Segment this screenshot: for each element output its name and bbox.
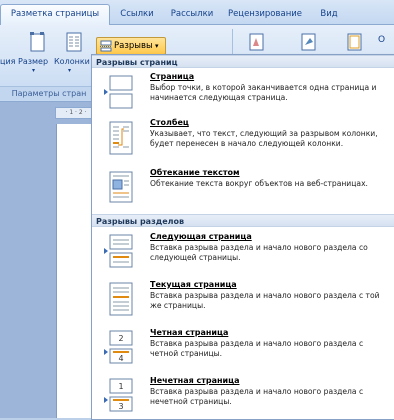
tab-page-layout[interactable]: Разметка страницы bbox=[0, 4, 110, 25]
menu-item-description: Выбор точки, в которой заканчивается одн… bbox=[150, 83, 377, 102]
menu-item-title: Текущая страница bbox=[150, 280, 237, 289]
svg-text:2: 2 bbox=[118, 334, 123, 343]
tab-view[interactable]: Вид bbox=[314, 5, 344, 24]
tab-review[interactable]: Рецензирование bbox=[224, 5, 306, 24]
even-page-section-icon: 2 4 bbox=[104, 330, 133, 364]
menu-item-page-break[interactable]: Страница Выбор точки, в которой заканчив… bbox=[92, 69, 394, 113]
menu-item-column-break[interactable]: Столбец Указывает, что текст, следующий … bbox=[92, 115, 394, 159]
columns-dropdown-arrow[interactable]: ▾ bbox=[68, 67, 71, 74]
menu-item-even-page[interactable]: 2 4 Четная страница Вставка разрыва разд… bbox=[92, 325, 394, 369]
menu-item-odd-page[interactable]: 1 3 Нечетная страница Вставка разрыва ра… bbox=[92, 373, 394, 417]
next-page-section-icon bbox=[104, 234, 133, 268]
menu-item-title: Следующая страница bbox=[150, 232, 252, 241]
tab-references[interactable]: Ссылки bbox=[114, 5, 160, 24]
breaks-menu: Разрывы страниц Страница Выбор точки, в … bbox=[91, 54, 394, 420]
menu-item-title: Четная страница bbox=[150, 328, 229, 337]
breaks-button-label: Разрывы bbox=[114, 41, 153, 51]
page-break-icon bbox=[104, 75, 133, 109]
menu-item-text-wrapping[interactable]: Обтекание текстом Обтекание текста вокру… bbox=[92, 165, 394, 209]
page-breaks-header: Разрывы страниц bbox=[92, 55, 394, 68]
menu-item-title: Нечетная страница bbox=[150, 376, 240, 385]
page-color-icon[interactable] bbox=[300, 32, 318, 52]
svg-text:3: 3 bbox=[118, 402, 123, 411]
page-borders-icon[interactable] bbox=[346, 32, 364, 52]
menu-item-title: Столбец bbox=[150, 118, 189, 127]
orientation-button-label[interactable]: ция bbox=[0, 57, 15, 66]
text-wrapping-icon bbox=[109, 171, 133, 203]
breaks-dropdown-button[interactable]: Разрывы ▾ bbox=[96, 37, 166, 55]
menu-item-description: Вставка разрыва раздела и начало нового … bbox=[150, 243, 368, 262]
size-dropdown-arrow[interactable]: ▾ bbox=[32, 67, 35, 74]
tab-mailings[interactable]: Рассылки bbox=[166, 5, 218, 24]
page-size-icon[interactable] bbox=[28, 30, 48, 54]
section-breaks-header: Разрывы разделов bbox=[92, 214, 394, 227]
svg-text:4: 4 bbox=[118, 354, 123, 363]
menu-item-title: Обтекание текстом bbox=[150, 168, 240, 177]
breaks-icon bbox=[100, 40, 112, 52]
page-setup-group-label: Параметры стран bbox=[0, 86, 98, 100]
overflow-button-label[interactable]: О bbox=[378, 35, 385, 45]
size-button-label[interactable]: Размер bbox=[18, 57, 48, 66]
columns-icon[interactable] bbox=[64, 30, 84, 54]
breaks-dropdown-arrow: ▾ bbox=[155, 42, 159, 50]
menu-item-title: Страница bbox=[150, 72, 195, 81]
columns-button-label[interactable]: Колонки bbox=[54, 57, 90, 66]
menu-item-description: Вставка разрыва раздела и начало нового … bbox=[150, 339, 364, 358]
menu-item-next-page[interactable]: Следующая страница Вставка разрыва разде… bbox=[92, 229, 394, 273]
watermark-icon[interactable] bbox=[248, 32, 266, 52]
ribbon-tab-strip: Разметка страницы Ссылки Рассылки Реценз… bbox=[0, 0, 394, 25]
menu-item-description: Вставка разрыва раздела и начало нового … bbox=[150, 387, 364, 406]
menu-item-description: Обтекание текста вокруг объектов на веб-… bbox=[150, 179, 368, 188]
column-break-icon bbox=[109, 121, 133, 155]
menu-item-continuous[interactable]: Текущая страница Вставка разрыва раздела… bbox=[92, 277, 394, 321]
menu-item-description: Вставка разрыва раздела и начало нового … bbox=[150, 291, 380, 310]
odd-page-section-icon: 1 3 bbox=[104, 378, 133, 412]
svg-text:1: 1 bbox=[118, 382, 123, 391]
menu-item-description: Указывает, что текст, следующий за разры… bbox=[150, 129, 378, 148]
continuous-section-icon bbox=[109, 282, 133, 316]
